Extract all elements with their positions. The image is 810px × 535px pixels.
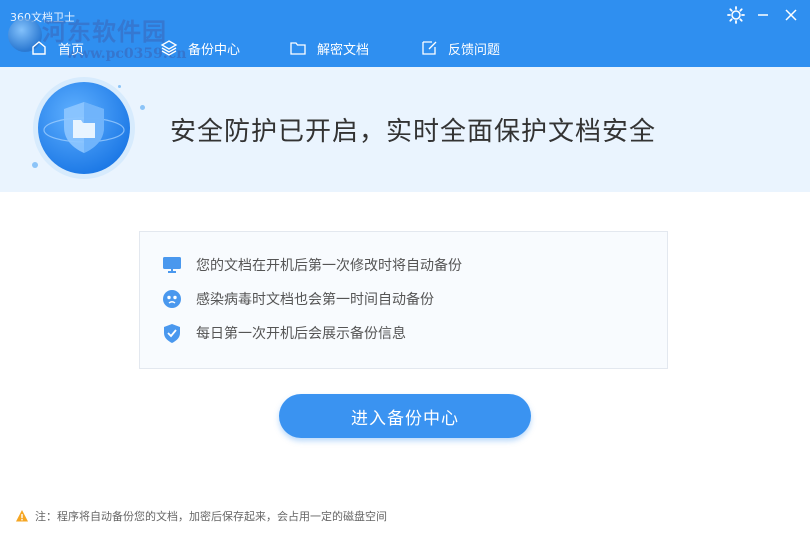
decor-dot (140, 105, 145, 110)
feature-list: 您的文档在开机后第一次修改时将自动备份 感染病毒时文档也会第一时间自动备份 每日… (139, 231, 668, 369)
nav-item-backup-center[interactable]: 备份中心 (160, 37, 240, 59)
status-title: 安全防护已开启，实时全面保护文档安全 (170, 117, 657, 147)
title-bar: 360文档卫士 河东软件园 www.pc0359.cn 首页 备份中心 解密文档… (0, 0, 810, 67)
warning-icon (16, 510, 28, 522)
footer-note: 注：程序将自动备份您的文档，加密后保存起来，会占用一定的磁盘空间 (15, 508, 387, 524)
feature-text: 每日第一次开机后会展示备份信息 (196, 326, 406, 342)
nav-item-label: 首页 (58, 42, 85, 58)
home-icon (32, 41, 46, 55)
shield-folder-icon (43, 102, 125, 153)
shield-check-icon (164, 324, 180, 343)
status-banner: 安全防护已开启，实时全面保护文档安全 (0, 67, 810, 192)
nav-item-home[interactable]: 首页 (30, 37, 84, 59)
list-item: 您的文档在开机后第一次修改时将自动备份 (161, 254, 462, 276)
minimize-icon[interactable] (752, 4, 774, 26)
nav-item-decrypt[interactable]: 解密文档 (289, 37, 369, 59)
enter-backup-center-button[interactable]: 进入备份中心 (279, 394, 531, 438)
list-item: 感染病毒时文档也会第一时间自动备份 (161, 288, 434, 310)
shield-badge (38, 82, 130, 174)
footer-note-text: 注：程序将自动备份您的文档，加密后保存起来，会占用一定的磁盘空间 (35, 510, 387, 523)
monitor-icon (163, 257, 181, 273)
folder-icon (290, 42, 306, 55)
close-icon[interactable] (780, 4, 802, 26)
virus-icon (163, 290, 181, 308)
layers-icon (160, 40, 178, 56)
nav-item-label: 反馈问题 (448, 42, 501, 58)
feature-text: 您的文档在开机后第一次修改时将自动备份 (196, 258, 462, 274)
list-item: 每日第一次开机后会展示备份信息 (161, 322, 406, 344)
gear-icon[interactable] (725, 4, 747, 26)
edit-icon (422, 41, 437, 55)
nav-item-label: 备份中心 (188, 42, 241, 58)
nav-item-label: 解密文档 (317, 42, 370, 58)
nav-item-feedback[interactable]: 反馈问题 (420, 37, 500, 59)
feature-text: 感染病毒时文档也会第一时间自动备份 (196, 292, 434, 308)
